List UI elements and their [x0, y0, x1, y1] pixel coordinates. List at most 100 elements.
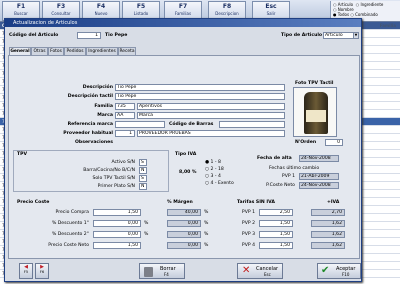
- margen-pvp2: 0,00: [167, 220, 201, 227]
- pvp3-input[interactable]: 1,50: [259, 231, 293, 238]
- product-photo[interactable]: [293, 87, 337, 137]
- tpv-group-label: TPV: [17, 152, 28, 157]
- close-icon: ✕: [242, 265, 251, 276]
- fechas-cambio-label: Fechas último cambio: [269, 166, 320, 171]
- solo-tactil-input[interactable]: S: [139, 175, 147, 182]
- button-label: Familias: [174, 11, 192, 16]
- tab-otras[interactable]: Otras: [31, 47, 48, 55]
- pvp3-iva: 1,62: [311, 231, 345, 238]
- column-header-family[interactable]: Familia: [380, 22, 396, 30]
- proveedor-code-input[interactable]: 1: [115, 130, 135, 137]
- tipo-label: Tipo de Articulo: [281, 33, 323, 38]
- pvp4-iva: 1,62: [311, 242, 345, 249]
- primer-plato-input[interactable]: N: [139, 183, 147, 190]
- pvp1-label: PVP 1: [241, 210, 255, 215]
- margen-pvp4: 0,00: [167, 242, 201, 249]
- descripcion-label: Descripción: [82, 85, 113, 90]
- iva-option-4[interactable]: ○ 4 - Exento: [205, 181, 234, 186]
- referencia-label: Referencia marca: [67, 122, 113, 127]
- tab-receta[interactable]: Receta: [118, 47, 136, 55]
- key-label: F3: [56, 3, 66, 10]
- desc-tactil-input[interactable]: Tio Pepe: [115, 93, 285, 100]
- pct-sign: %: [204, 232, 209, 237]
- key-label: F4: [96, 3, 106, 10]
- proveedor-name-field: PROVEEDOR PRUEBAS: [137, 130, 285, 137]
- norden-input[interactable]: 0: [325, 139, 343, 146]
- filter-todos[interactable]: ● Todos ○ Combinado: [333, 12, 398, 17]
- previous-record-button[interactable]: ◀ F5: [19, 263, 33, 279]
- precio-compra-label: Precio Compra: [55, 210, 90, 215]
- familia-label: Familia: [94, 104, 113, 109]
- general-panel: Descripción Tio Pepe Descripción tactil …: [8, 55, 360, 259]
- iva-option-label: 2 - 18: [210, 167, 224, 172]
- codigo-name: Tio Pepe: [105, 33, 128, 38]
- aceptar-button[interactable]: ✔ Aceptar F10: [317, 263, 361, 279]
- iva-option-label: 4 - Exento: [210, 181, 234, 186]
- barras-label: Código de Barras: [169, 122, 214, 127]
- descripcion-input[interactable]: Tio Pepe: [115, 84, 285, 91]
- button-label: Buscar: [14, 11, 28, 16]
- button-label: Consultar: [51, 11, 71, 16]
- key-label: F5: [136, 3, 146, 10]
- iva-option-3[interactable]: ○ 3 - 4: [205, 174, 221, 179]
- tab-fotos[interactable]: Fotos: [48, 47, 64, 55]
- pct-sign: %: [144, 221, 149, 226]
- coste-neto-input[interactable]: 1,50: [93, 242, 141, 249]
- key-label: Esc: [265, 3, 277, 10]
- pvp2-input[interactable]: 1,50: [259, 220, 293, 227]
- filter-label: Ingrediente: [360, 2, 384, 7]
- iva-option-1[interactable]: ● 1 - 8: [205, 160, 221, 165]
- cancelar-button[interactable]: ✕ Cancelar Esc: [237, 263, 283, 279]
- pcoste-date-label: P.Coste Neto: [266, 183, 295, 188]
- iva-column-label: +IVA: [327, 200, 340, 205]
- margen-group-label: % Márgen: [167, 200, 193, 205]
- button-label: Listado: [133, 11, 149, 16]
- pct-sign: %: [204, 243, 209, 248]
- tipo-select[interactable]: Articulo ▼: [323, 32, 359, 39]
- familia-code-input[interactable]: 735: [115, 103, 135, 110]
- button-key: F10: [342, 272, 350, 277]
- dialog-title: Actualizacion de Articulos: [5, 19, 361, 27]
- filter-label: Todos: [337, 12, 350, 17]
- pvp3-label: PVP 3: [241, 232, 255, 237]
- activo-input[interactable]: S: [139, 159, 147, 166]
- barras-input[interactable]: [219, 121, 285, 128]
- iva-value: 8,00 %: [179, 170, 197, 175]
- iva-option-2[interactable]: ○ 2 - 18: [205, 167, 224, 172]
- referencia-input[interactable]: [115, 121, 165, 128]
- pvp4-input[interactable]: 1,50: [259, 242, 293, 249]
- descuento2-input[interactable]: 0,00: [93, 231, 141, 238]
- pvp1-date-value: 21-Abr-2009: [299, 173, 339, 180]
- pvp4-label: PVP 4: [241, 243, 255, 248]
- tab-ingredientes[interactable]: Ingredientes: [86, 47, 118, 55]
- filter-label: Combinado: [355, 12, 378, 17]
- descuento1-input[interactable]: 0,00: [93, 220, 141, 227]
- tab-pedidos[interactable]: Pedidos: [64, 47, 86, 55]
- next-record-button[interactable]: ▶ F6: [35, 263, 49, 279]
- key-label: F8: [222, 3, 232, 10]
- button-key: Esc: [264, 272, 271, 277]
- descuento2-label: % Descuento 2°: [51, 232, 89, 237]
- codigo-label: Código del Articulo: [9, 33, 59, 38]
- borrar-button[interactable]: Borrar F4: [139, 263, 185, 279]
- pvp2-iva: 1,62: [311, 220, 345, 227]
- pvp1-input[interactable]: 2,50: [259, 209, 293, 216]
- observaciones-label: Observaciones: [75, 140, 113, 145]
- chevron-down-icon: ▼: [353, 33, 358, 38]
- desc-tactil-label: Descripción tactil: [67, 94, 113, 99]
- tarifas-group-label: Tarifas SIN IVA: [237, 200, 275, 205]
- key-label: F7: [178, 3, 188, 10]
- codigo-input[interactable]: 1: [77, 32, 101, 39]
- button-label: Nuevo: [94, 11, 108, 16]
- margen-pvp1: 40,00: [167, 209, 201, 216]
- familia-name-field: Aperitivos: [137, 103, 285, 110]
- foto-label: Foto TPV Tactil: [295, 81, 334, 86]
- barra-input[interactable]: N: [139, 167, 147, 174]
- bottle-label-image: [306, 110, 326, 122]
- precio-compra-input[interactable]: 1,50: [93, 209, 141, 216]
- barra-label: Barra/Cocina/No B/C/N: [83, 168, 135, 173]
- norden-label: N'Orden: [295, 140, 317, 145]
- marca-name-field: Marca: [137, 112, 285, 119]
- marca-code-input[interactable]: AA: [115, 112, 135, 119]
- checkmark-icon: ✔: [321, 265, 330, 276]
